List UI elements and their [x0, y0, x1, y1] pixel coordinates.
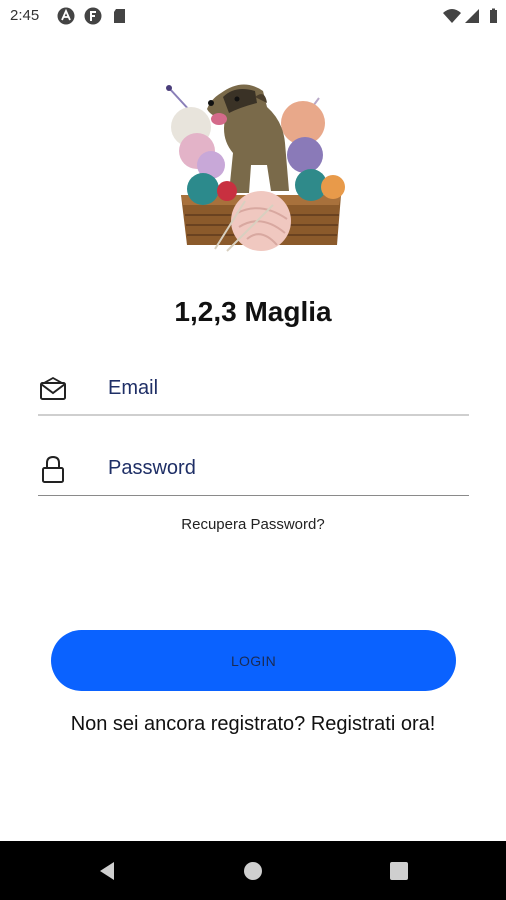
puppy-in-yarn-basket-logo	[166, 84, 345, 252]
register-link[interactable]: Non sei ancora registrato? Registrati or…	[0, 713, 506, 736]
back-icon[interactable]	[94, 858, 120, 884]
recover-password-link[interactable]: Recupera Password?	[0, 516, 506, 533]
signal-icon	[465, 9, 479, 23]
wifi-icon	[443, 9, 461, 23]
sd-card-icon	[114, 9, 125, 23]
password-underline	[38, 494, 469, 496]
battery-icon	[490, 8, 497, 23]
recents-icon[interactable]	[386, 858, 412, 884]
lock-icon	[42, 455, 64, 483]
home-icon[interactable]	[240, 858, 266, 884]
navigation-bar	[0, 841, 506, 900]
password-field-row	[38, 448, 469, 496]
app-title: 1,2,3 Maglia	[174, 296, 332, 327]
email-input[interactable]	[108, 368, 458, 408]
email-underline	[38, 414, 469, 416]
android-auto-icon	[57, 7, 75, 25]
f-notification-icon	[84, 7, 102, 25]
login-button[interactable]: LOGIN	[51, 630, 456, 691]
email-field-row	[38, 368, 469, 416]
envelope-icon	[40, 376, 66, 400]
password-input[interactable]	[108, 448, 458, 488]
status-time: 2:45	[10, 7, 40, 24]
status-bar: 2:45	[0, 0, 506, 32]
